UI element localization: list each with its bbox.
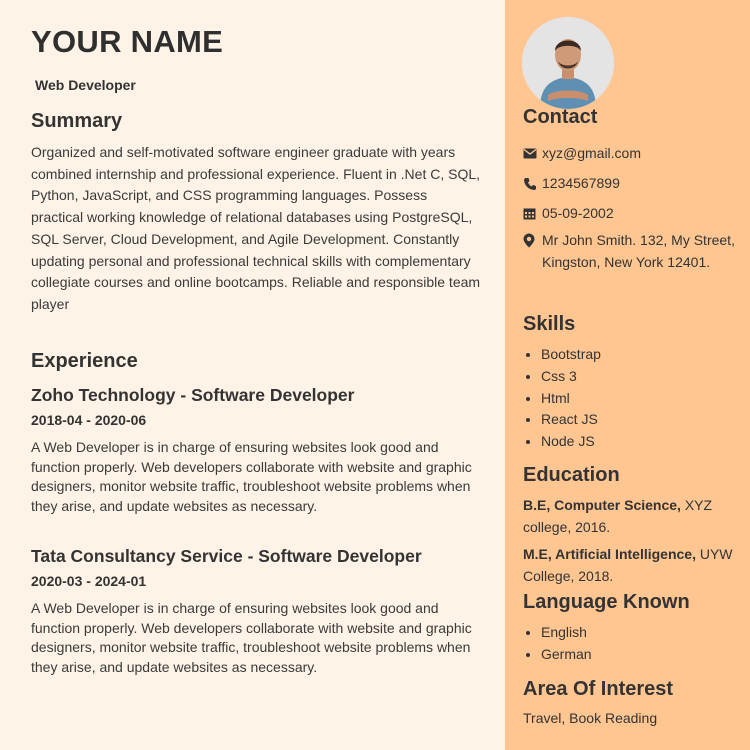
skills-list: Bootstrap Css 3 Html React JS Node JS bbox=[523, 344, 601, 453]
contact-email[interactable]: xyz@gmail.com bbox=[523, 143, 742, 165]
languages-heading: Language Known bbox=[523, 591, 690, 613]
email-text: xyz@gmail.com bbox=[542, 145, 642, 161]
skill-item: Html bbox=[541, 388, 601, 410]
experience-item: Tata Consultancy Service - Software Deve… bbox=[31, 546, 481, 677]
job-title: Tata Consultancy Service - Software Deve… bbox=[31, 546, 422, 566]
skills-heading: Skills bbox=[523, 313, 576, 335]
calendar-icon bbox=[523, 203, 542, 225]
profile-photo bbox=[522, 17, 614, 109]
contact-dob: 05-09-2002 bbox=[523, 203, 742, 225]
job-role: Web Developer bbox=[35, 77, 136, 93]
job-dates: 2018-04 - 2020-06 bbox=[31, 412, 147, 428]
job-title: Zoho Technology - Software Developer bbox=[31, 385, 355, 405]
skill-item: Node JS bbox=[541, 431, 601, 453]
address-text: Mr John Smith. 132, My Street, Kingston,… bbox=[542, 232, 735, 270]
skill-item: Bootstrap bbox=[541, 344, 601, 366]
job-description: A Web Developer is in charge of ensuring… bbox=[31, 600, 472, 675]
phone-text: 1234567899 bbox=[542, 175, 620, 191]
phone-icon bbox=[523, 173, 542, 195]
job-dates: 2020-03 - 2024-01 bbox=[31, 573, 147, 589]
language-item: German bbox=[541, 644, 592, 666]
skill-item: React JS bbox=[541, 409, 601, 431]
education-degree: B.E, Computer Science, bbox=[523, 497, 681, 513]
skill-item: Css 3 bbox=[541, 366, 601, 388]
contact-phone[interactable]: 1234567899 bbox=[523, 173, 742, 195]
job-description: A Web Developer is in charge of ensuring… bbox=[31, 439, 472, 514]
resume-page: YOUR NAME Web Developer Summary Organize… bbox=[0, 0, 750, 750]
languages-list: English German bbox=[523, 622, 592, 666]
education-heading: Education bbox=[523, 464, 620, 486]
experience-item: Zoho Technology - Software Developer 201… bbox=[31, 385, 481, 516]
education-entry: B.E, Computer Science, XYZ college, 2016… bbox=[523, 495, 738, 538]
dob-text: 05-09-2002 bbox=[542, 205, 614, 221]
location-pin-icon bbox=[523, 230, 542, 252]
interest-heading: Area Of Interest bbox=[523, 678, 674, 700]
summary-heading: Summary bbox=[31, 110, 123, 132]
education-entry: M.E, Artificial Intelligence, UYW Colleg… bbox=[523, 544, 738, 587]
language-item: English bbox=[541, 622, 592, 644]
contact-heading: Contact bbox=[523, 106, 598, 128]
interest-text: Travel, Book Reading bbox=[523, 710, 658, 726]
education-degree: M.E, Artificial Intelligence, bbox=[523, 546, 696, 562]
person-avatar-icon bbox=[522, 17, 614, 109]
contact-address: Mr John Smith. 132, My Street, Kingston,… bbox=[523, 230, 742, 273]
summary-text: Organized and self-motivated software en… bbox=[31, 144, 481, 312]
envelope-icon bbox=[523, 143, 542, 165]
person-name: YOUR NAME bbox=[31, 24, 224, 59]
experience-heading: Experience bbox=[31, 350, 138, 372]
